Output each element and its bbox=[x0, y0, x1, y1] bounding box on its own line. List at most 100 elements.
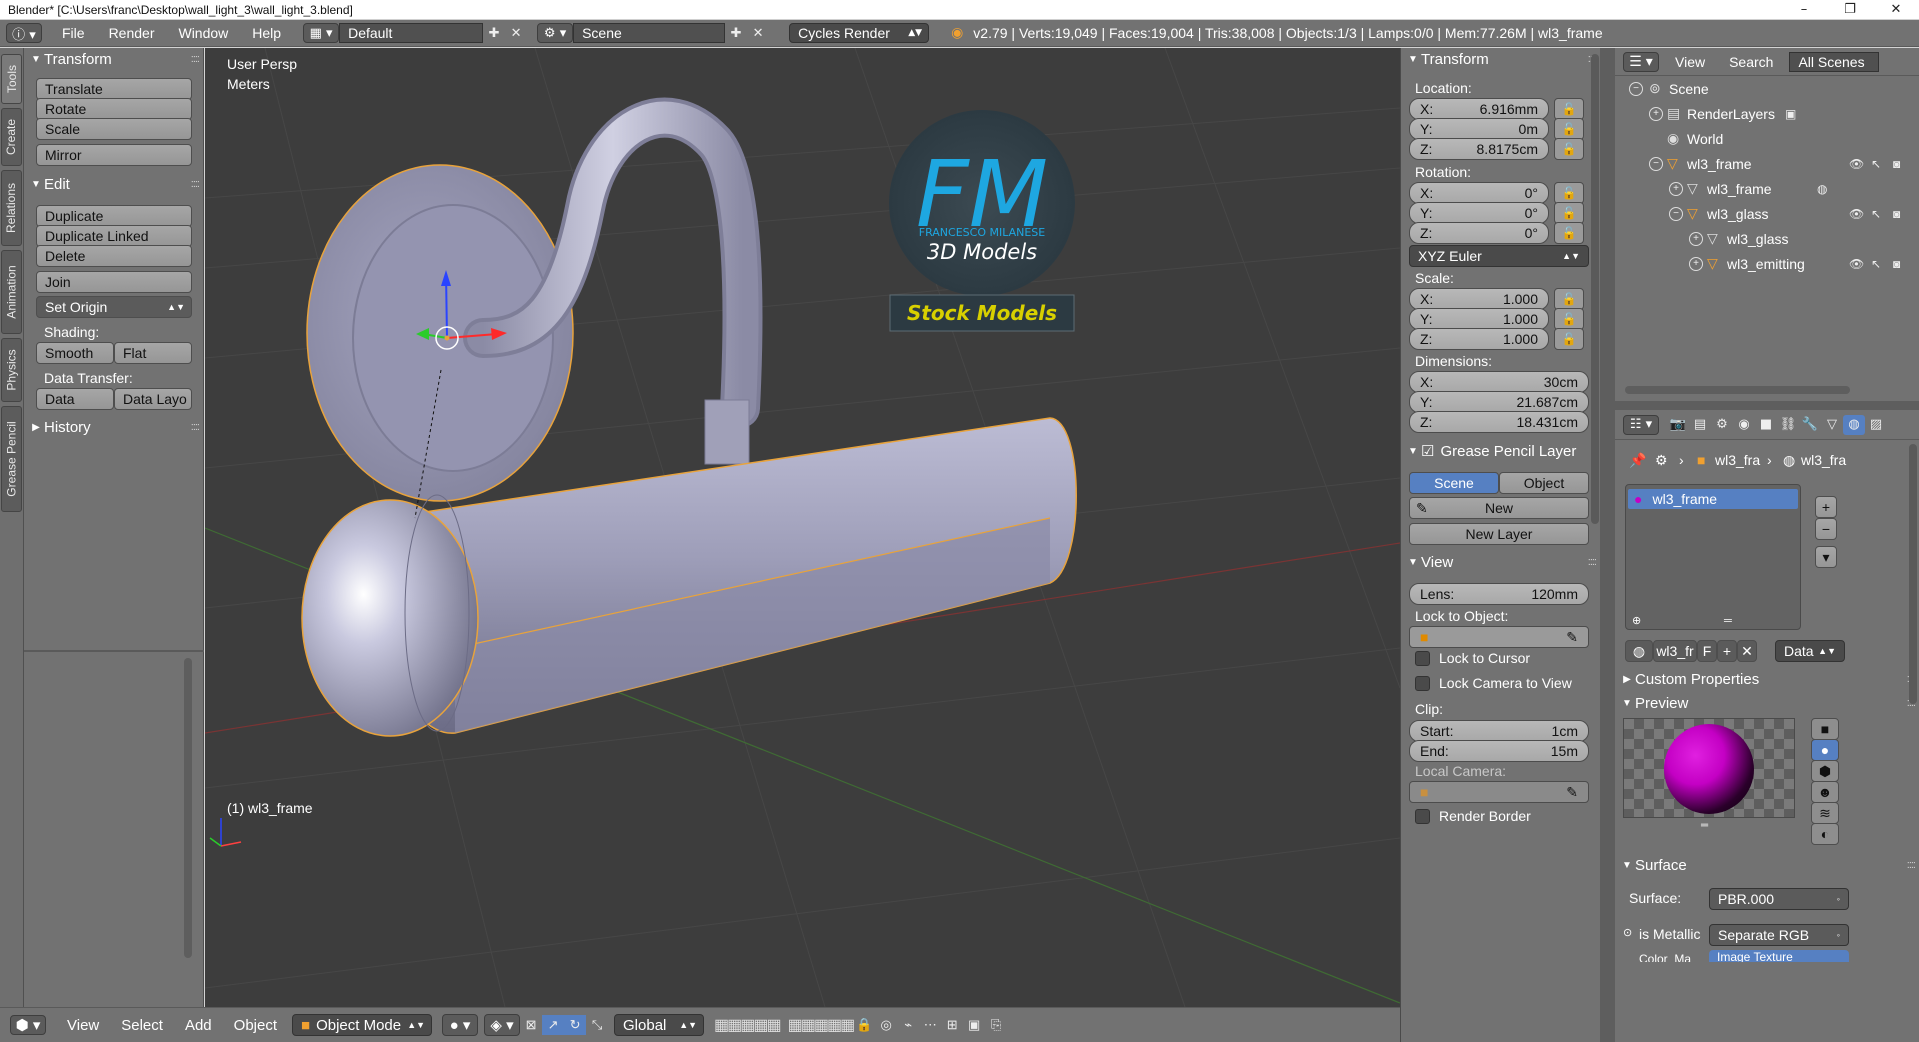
fake-user-button[interactable]: F bbox=[1697, 640, 1717, 662]
viewport-shading-icon[interactable]: ● ▾ bbox=[442, 1014, 479, 1036]
preview-header[interactable]: ▼ Preview :::: bbox=[1619, 692, 1916, 714]
snap-toggle-icon[interactable]: ⌁ bbox=[897, 1015, 919, 1035]
preview-sphere-icon[interactable]: ● bbox=[1811, 739, 1839, 761]
gp-new-layer-button[interactable]: New Layer bbox=[1409, 523, 1589, 545]
tab-create[interactable]: Create bbox=[1, 108, 22, 166]
selectability-cursor-icon[interactable]: ↖ bbox=[1871, 257, 1881, 271]
lock-rotation-y-icon[interactable]: 🔓 bbox=[1554, 202, 1584, 224]
screen-layout-field[interactable]: Default bbox=[339, 23, 484, 43]
checkbox-checked-icon[interactable]: ☑ bbox=[1421, 442, 1434, 460]
rotation-y-field[interactable]: Y: 0° bbox=[1409, 202, 1549, 224]
visibility-eye-icon[interactable]: 👁 bbox=[1849, 207, 1864, 221]
opengl-render-icon[interactable]: ⊞ bbox=[941, 1015, 963, 1035]
socket-icon[interactable]: ⊙ bbox=[1623, 926, 1632, 939]
next-input-dropdown[interactable]: Image Texture bbox=[1709, 950, 1849, 962]
breadcrumb-object[interactable]: wl3_fra bbox=[1715, 452, 1760, 468]
pivot-point-icon[interactable]: ◈ ▾ bbox=[484, 1014, 521, 1036]
menu-file[interactable]: File bbox=[50, 25, 97, 41]
scale-y-field[interactable]: Y: 1.000 bbox=[1409, 308, 1549, 330]
lock-object-field[interactable]: ■ ✎ bbox=[1409, 626, 1589, 648]
outliner-row-world[interactable]: ◉ World bbox=[1615, 126, 1919, 151]
render-border-checkbox[interactable] bbox=[1415, 809, 1430, 824]
collapse-icon[interactable]: − bbox=[1629, 81, 1643, 96]
menu-add[interactable]: Add bbox=[174, 1017, 223, 1034]
location-x-field[interactable]: X: 6.916mm bbox=[1409, 98, 1549, 120]
proportional-edit-icon[interactable]: ◎ bbox=[875, 1015, 897, 1035]
lock-rotation-x-icon[interactable]: 🔓 bbox=[1554, 182, 1584, 204]
gp-new-button[interactable]: ✎ New bbox=[1409, 497, 1589, 519]
render-image-icon[interactable]: ⎘ bbox=[985, 1015, 1007, 1035]
world-tab-icon[interactable]: ◉ bbox=[1733, 415, 1755, 435]
mode-dropdown[interactable]: ■ Object Mode ▲▼ bbox=[292, 1014, 433, 1036]
modifiers-tab-icon[interactable]: 🔧 bbox=[1799, 415, 1821, 435]
area-divider[interactable] bbox=[1615, 401, 1919, 410]
close-button[interactable]: ✕ bbox=[1873, 0, 1919, 20]
location-y-field[interactable]: Y: 0m bbox=[1409, 118, 1549, 140]
tab-animation[interactable]: Animation bbox=[1, 250, 22, 334]
set-origin-dropdown[interactable]: Set Origin ▲▼ bbox=[36, 296, 192, 318]
lock-location-y-icon[interactable]: 🔓 bbox=[1554, 118, 1584, 140]
drag-grip-icon[interactable]: :::: bbox=[191, 178, 200, 190]
custom-properties-header[interactable]: ▶ Custom Properties :::: bbox=[1619, 668, 1916, 690]
mirror-button[interactable]: Mirror bbox=[36, 144, 192, 166]
lock-scale-y-icon[interactable]: 🔓 bbox=[1554, 308, 1584, 330]
data-transfer-button[interactable]: Data bbox=[36, 388, 114, 410]
scene-field[interactable]: Scene bbox=[573, 23, 726, 43]
lock-layers-icon[interactable]: 🔒 bbox=[853, 1015, 875, 1035]
surface-shader-dropdown[interactable]: PBR.000 ◦ bbox=[1709, 888, 1849, 910]
data-tab-icon[interactable]: ▽ bbox=[1821, 415, 1843, 435]
properties-scrollbar[interactable] bbox=[1909, 444, 1917, 704]
pin-icon[interactable]: 📌 bbox=[1629, 452, 1646, 469]
rotate-manipulator-icon[interactable]: ↻ bbox=[564, 1015, 587, 1035]
eyedropper-icon[interactable]: ✎ bbox=[1566, 784, 1578, 801]
eyedropper-icon[interactable]: ✎ bbox=[1566, 629, 1578, 646]
new-material-icon[interactable]: + bbox=[1717, 640, 1737, 662]
preview-flat-icon[interactable]: ■ bbox=[1811, 718, 1839, 740]
tab-relations[interactable]: Relations bbox=[1, 170, 22, 246]
gp-object-toggle[interactable]: Object bbox=[1499, 472, 1589, 494]
lock-scale-x-icon[interactable]: 🔓 bbox=[1554, 288, 1584, 310]
remove-slot-button[interactable]: − bbox=[1815, 518, 1837, 540]
menu-render[interactable]: Render bbox=[97, 25, 167, 41]
tab-grease-pencil[interactable]: Grease Pencil bbox=[1, 406, 22, 512]
outliner-menu-view[interactable]: View bbox=[1663, 54, 1717, 70]
menu-view[interactable]: View bbox=[56, 1017, 110, 1034]
add-scene-icon[interactable]: ✚ bbox=[725, 23, 747, 43]
material-name-field[interactable]: wl3_fr bbox=[1653, 640, 1697, 662]
breadcrumb-material[interactable]: wl3_fra bbox=[1801, 452, 1846, 468]
render-engine-dropdown[interactable]: Cycles Render ▲▼ bbox=[789, 23, 930, 43]
dimension-x-field[interactable]: X: 30cm bbox=[1409, 371, 1589, 393]
expand-icon[interactable]: + bbox=[1649, 106, 1663, 121]
lock-location-x-icon[interactable]: 🔓 bbox=[1554, 98, 1584, 120]
translate-button[interactable]: Translate bbox=[36, 78, 192, 100]
outliner-menu-search[interactable]: Search bbox=[1717, 54, 1785, 70]
collapse-icon[interactable]: − bbox=[1669, 206, 1683, 221]
translate-manipulator-icon[interactable]: ↗ bbox=[542, 1015, 565, 1035]
gp-scene-toggle[interactable]: Scene bbox=[1409, 472, 1499, 494]
tab-tools[interactable]: Tools bbox=[1, 54, 22, 104]
local-camera-field[interactable]: ■ ✎ bbox=[1409, 781, 1589, 803]
menu-select[interactable]: Select bbox=[110, 1017, 174, 1034]
editor-type-outliner-icon[interactable]: ☰ ▾ bbox=[1623, 51, 1659, 72]
editor-type-3d-icon[interactable]: ⬢ ▾ bbox=[10, 1015, 46, 1035]
duplicate-linked-button[interactable]: Duplicate Linked bbox=[36, 225, 192, 247]
scale-x-field[interactable]: X: 1.000 bbox=[1409, 288, 1549, 310]
flat-shading-button[interactable]: Flat bbox=[114, 342, 192, 364]
outliner-row-wl3-emitting[interactable]: + ▽ wl3_emitting 👁 ↖ ◙ bbox=[1615, 251, 1919, 276]
outliner-horizontal-scrollbar[interactable] bbox=[1625, 386, 1850, 394]
dimension-y-field[interactable]: Y: 21.687cm bbox=[1409, 391, 1589, 413]
view-panel-header[interactable]: ▼ View :::: bbox=[1405, 551, 1597, 573]
visibility-eye-icon[interactable]: 👁 bbox=[1849, 157, 1864, 171]
rotation-mode-dropdown[interactable]: XYZ Euler ▲▼ bbox=[1409, 245, 1589, 267]
n-transform-panel-header[interactable]: ▼ Transform :::: bbox=[1405, 48, 1597, 70]
expand-icon[interactable]: + bbox=[1689, 256, 1703, 271]
list-filter-icon[interactable]: ⊕ bbox=[1632, 614, 1641, 627]
delete-button[interactable]: Delete bbox=[36, 245, 192, 267]
rotation-x-field[interactable]: X: 0° bbox=[1409, 182, 1549, 204]
link-mode-dropdown[interactable]: Data ▲▼ bbox=[1775, 640, 1845, 662]
render-tab-icon[interactable]: 📷 bbox=[1667, 415, 1689, 435]
preview-resize-grip-icon[interactable]: ═ bbox=[1701, 820, 1708, 831]
outliner-row-renderlayers[interactable]: + ▤ RenderLayers ▣ bbox=[1615, 101, 1919, 126]
smooth-shading-button[interactable]: Smooth bbox=[36, 342, 114, 364]
menu-help[interactable]: Help bbox=[240, 25, 293, 41]
